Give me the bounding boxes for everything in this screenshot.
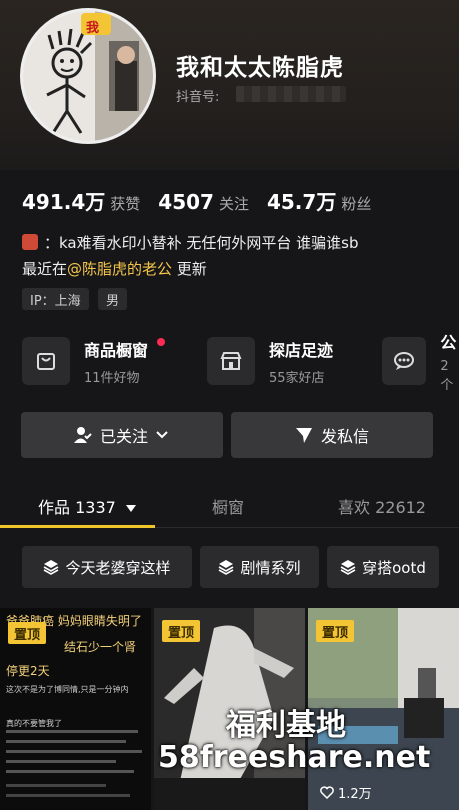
active-tab-indicator (0, 525, 155, 528)
collection-chip-outfit[interactable]: 穿搭ootd (327, 546, 439, 588)
thumb3-like-count: 1.2万 (320, 783, 372, 802)
following-label[interactable]: 关注 (219, 193, 249, 214)
tab-showcase[interactable]: 橱窗 (212, 494, 244, 518)
collection-chip-today[interactable]: 今天老婆穿这样 (22, 546, 192, 588)
tool-store-title: 探店足迹 (269, 340, 334, 360)
tool-group-subtitle: 2个 (440, 359, 454, 393)
notification-dot (157, 338, 165, 346)
tool-product-showcase[interactable]: 商品橱窗 11件好物 (22, 336, 148, 386)
chevron-down-icon (156, 431, 168, 439)
video-thumbnail-1[interactable]: 爸爸肺癌 妈妈眼睛失明了 结石少一个肾 停更2天 这次不是为了博同情,只是一分钟… (0, 608, 151, 810)
profile-nickname: 我和太太陈脂虎 (176, 55, 344, 81)
bio-mention-link[interactable]: @陈脂虎的老公 (67, 260, 172, 278)
avatar[interactable]: 我 (20, 8, 156, 144)
user-check-icon (73, 427, 92, 443)
watermark-line-1: 福利基地 (226, 708, 346, 743)
likes-label[interactable]: 获赞 (110, 193, 140, 214)
tool-group-chat[interactable]: 公 2个 (382, 333, 459, 393)
thumb1-title-3: 停更2天 (6, 664, 50, 678)
bio-emoji-icon (22, 234, 38, 250)
tool-shop-subtitle: 11件好物 (84, 370, 140, 386)
bio-suffix: 更新 (172, 260, 207, 278)
fans-count[interactable]: 45.7万 (267, 186, 336, 215)
bio-prefix: 最近在 (22, 260, 68, 278)
store-icon (207, 337, 255, 385)
thumb3-likes: 1.2万 (338, 787, 372, 802)
send-message-button[interactable]: 发私信 (231, 412, 433, 458)
followed-label: 已关注 (99, 427, 148, 446)
chat-bubble-icon (382, 337, 427, 385)
pinned-badge: 置顶 (8, 622, 46, 644)
layers-icon (44, 560, 59, 575)
layers-icon (219, 560, 234, 575)
bio-text-1: ：ka难看水印小替补 无任何外网平台 谁骗谁sb (44, 234, 359, 252)
tool-store-subtitle: 55家好店 (269, 370, 325, 386)
caret-down-icon (125, 505, 136, 512)
chip-drama-label: 剧情系列 (240, 558, 301, 577)
tab-works[interactable]: 作品 1337 (38, 494, 137, 518)
likes-count[interactable]: 491.4万 (22, 186, 105, 215)
send-arrow-icon (295, 428, 312, 443)
heart-icon (320, 786, 334, 799)
watermark-line-2: 58freeshare.net (158, 740, 431, 775)
thumb1-text-lines (6, 730, 142, 797)
chip-today-label: 今天老婆穿这样 (65, 558, 171, 577)
avatar-badge: 我 (86, 21, 100, 36)
followed-button[interactable]: 已关注 (21, 412, 223, 458)
following-count[interactable]: 4507 (158, 190, 214, 214)
chip-outfit-label: 穿搭ootd (362, 558, 426, 577)
tool-shop-title: 商品橱窗 (84, 340, 149, 360)
fans-label[interactable]: 粉丝 (341, 193, 371, 214)
pinned-badge: 置顶 (162, 620, 200, 642)
ip-location-tag: IP：上海 (22, 288, 89, 310)
collection-chip-drama[interactable]: 剧情系列 (200, 546, 319, 588)
tool-group-title: 公 (440, 333, 457, 352)
tab-works-label: 作品 1337 (38, 498, 116, 517)
bio-line-1: ：ka难看水印小替补 无任何外网平台 谁骗谁sb (22, 232, 359, 253)
tab-liked[interactable]: 喜欢 22612 (338, 494, 426, 518)
pinned-badge: 置顶 (316, 620, 354, 642)
shopping-bag-icon (22, 337, 70, 385)
send-message-label: 发私信 (320, 427, 369, 446)
douyin-id-label: 抖音号: (176, 90, 220, 105)
profile-stats: 491.4万 获赞 4507 关注 45.7万 粉丝 (22, 186, 389, 215)
thumb1-title-2: 结石少一个肾 (64, 640, 137, 654)
content-tabs: 作品 1337 橱窗 喜欢 22612 (0, 484, 459, 528)
gender-tag: 男 (98, 288, 128, 310)
thumb1-body-1: 这次不是为了博同情,只是一分钟内 (6, 685, 129, 694)
douyin-id-blurred-value (236, 86, 346, 102)
layers-icon (340, 560, 356, 575)
bio-line-2: 最近在@陈脂虎的老公 更新 (22, 258, 207, 279)
tool-store-visits[interactable]: 探店足迹 55家好店 (207, 336, 333, 386)
